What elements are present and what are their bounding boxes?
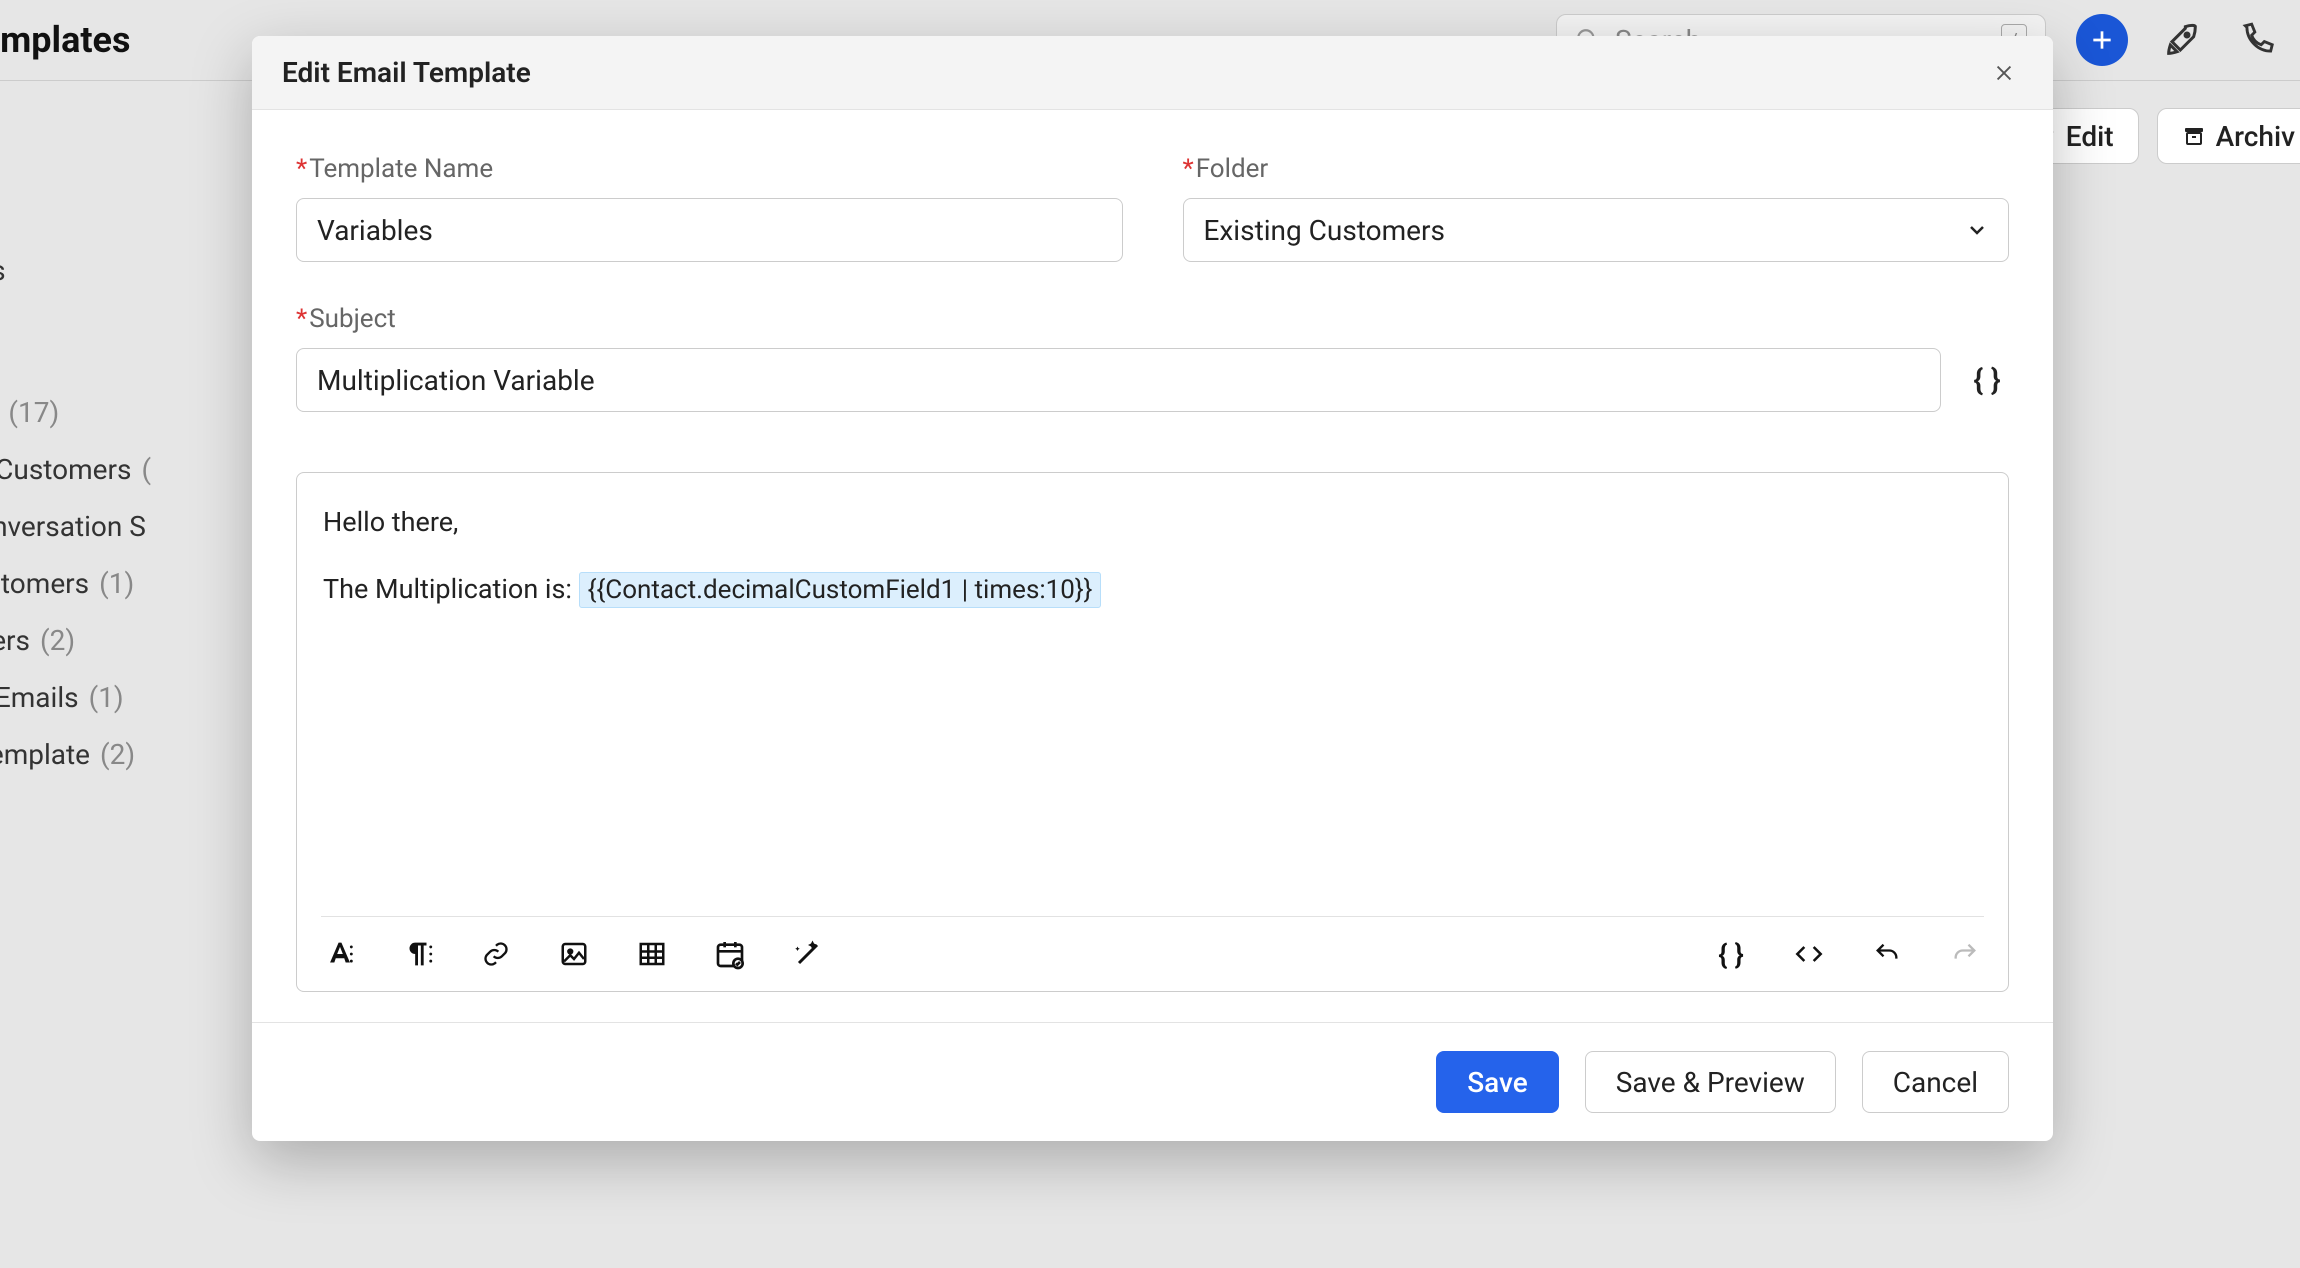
save-button[interactable]: Save <box>1436 1051 1559 1113</box>
calendar-icon[interactable] <box>711 935 749 973</box>
sidebar-item-existing-customers[interactable]: Existing Customers ( <box>0 441 290 498</box>
body-line: The Multiplication is: {{Contact.decimal… <box>323 568 1982 612</box>
modal-title: Edit Email Template <box>282 56 531 89</box>
sidebar-item-label: Public Template <box>0 738 90 771</box>
sidebar-heading-folders: ERS <box>0 339 290 364</box>
insert-variable-body-icon[interactable]: { } <box>1712 935 1750 973</box>
template-name-input[interactable] <box>296 198 1123 262</box>
sidebar-item-product-emails[interactable]: Product Emails (1) <box>0 669 290 726</box>
link-icon[interactable] <box>477 935 515 973</box>
undo-icon[interactable] <box>1868 935 1906 973</box>
insert-variable-subject-button[interactable]: { } <box>1965 358 2009 402</box>
sidebar-item-count: (2) <box>40 624 75 657</box>
folder-select[interactable] <box>1183 198 2010 262</box>
cancel-button[interactable]: Cancel <box>1862 1051 2009 1113</box>
sidebar-item-count: (1) <box>99 567 134 600</box>
archive-button-label: Archiv <box>2216 120 2295 153</box>
redo-icon[interactable] <box>1946 935 1984 973</box>
variable-chip[interactable]: {{Contact.decimalCustomField1 | times:10… <box>579 572 1102 608</box>
close-icon[interactable] <box>1985 58 2023 88</box>
email-body-editor[interactable]: Hello there, The Multiplication is: {{Co… <box>296 472 2009 992</box>
sidebar-item-count: (1) <box>89 681 124 714</box>
chevron-down-icon <box>1965 218 1989 242</box>
body-line-prefix: The Multiplication is: <box>323 573 579 605</box>
sidebar-item-lead-conversation[interactable]: Lead Conversation S <box>0 498 290 555</box>
sidebar-item-label: New Customers <box>0 567 89 600</box>
sidebar-item-new-offers[interactable]: New Offers (2) <box>0 612 290 669</box>
sidebar-item-count: ( <box>141 453 151 486</box>
subject-input[interactable] <box>296 348 1941 412</box>
magic-wand-icon[interactable] <box>789 935 827 973</box>
text-format-icon[interactable] <box>321 935 359 973</box>
phone-icon[interactable] <box>2236 18 2280 62</box>
sidebar-item-templates-2[interactable]: emplates <box>0 242 290 299</box>
add-button[interactable] <box>2076 14 2128 66</box>
sidebar-item-templates-1[interactable]: mplates <box>0 185 290 242</box>
image-icon[interactable] <box>555 935 593 973</box>
sidebar-item-new-customers[interactable]: New Customers (1) <box>0 555 290 612</box>
sidebar-item-label: New Offers <box>0 624 30 657</box>
sidebar-item-archived[interactable]: Archived (17) <box>0 384 290 441</box>
folder-label: Folder <box>1196 154 1269 184</box>
sidebar-item-label: Lead Conversation S <box>0 510 146 543</box>
edit-button-label: Edit <box>2066 120 2114 153</box>
rocket-icon[interactable] <box>2160 18 2204 62</box>
sidebar-item-label: Product Emails <box>0 681 79 714</box>
template-name-label: Template Name <box>309 154 493 184</box>
sidebar-heading-templates: LATES <box>0 140 290 165</box>
sidebar-item-public-template[interactable]: Public Template (2) <box>0 726 290 783</box>
sidebar-item-count: (17) <box>8 396 59 429</box>
paragraph-format-icon[interactable] <box>399 935 437 973</box>
subject-label: Subject <box>309 304 396 334</box>
sidebar-item-label: emplates <box>0 254 6 287</box>
table-icon[interactable] <box>633 935 671 973</box>
save-preview-button[interactable]: Save & Preview <box>1585 1051 1836 1113</box>
code-view-icon[interactable] <box>1790 935 1828 973</box>
page-title: Templates <box>0 19 130 61</box>
edit-template-modal: Edit Email Template *Template Name *Fold… <box>252 36 2053 1141</box>
body-greeting: Hello there, <box>323 501 1982 544</box>
sidebar-item-count: (2) <box>100 738 135 771</box>
sidebar-item-label: Existing Customers <box>0 453 131 486</box>
archive-button[interactable]: Archiv <box>2157 108 2300 164</box>
